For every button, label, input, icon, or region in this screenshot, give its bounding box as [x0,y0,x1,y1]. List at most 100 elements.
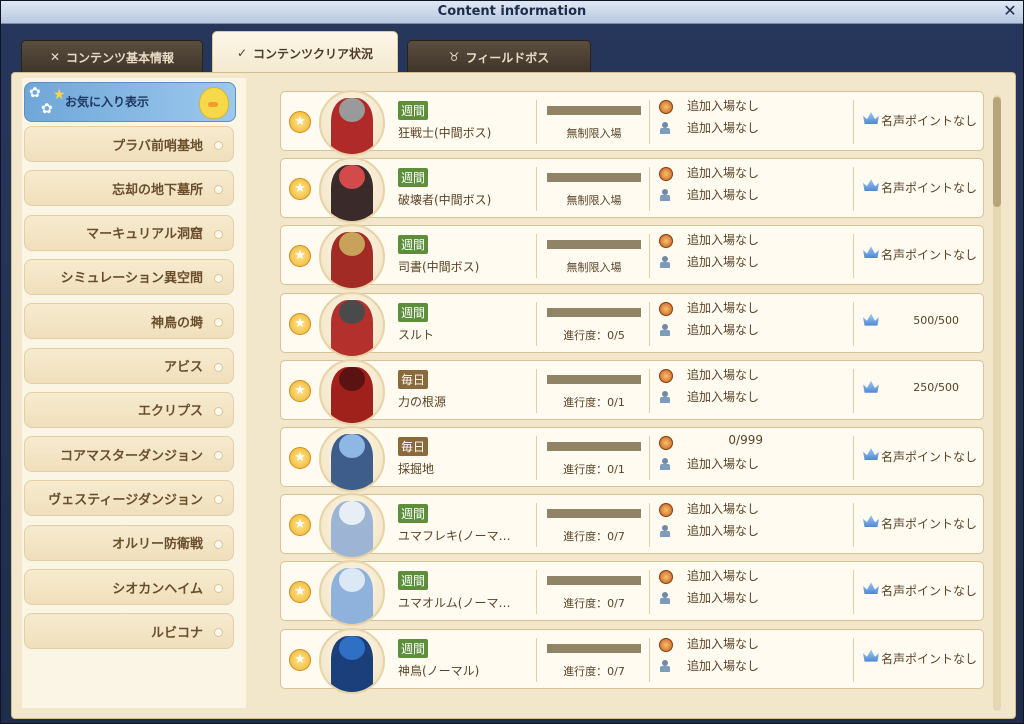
entry-ticket-icon [659,570,673,585]
divider [649,167,650,212]
favorite-star-icon[interactable]: ★ [289,178,311,201]
scrollbar-thumb[interactable] [993,97,1001,207]
sidebar-item[interactable]: コアマスターダンジョン [24,436,234,473]
dot-icon [214,451,223,461]
tab-label: コンテンツクリア状況 [253,46,374,61]
favorite-star-icon[interactable]: ★ [289,648,311,671]
star-icon: ★ [53,87,66,103]
frequency-badge: 週間 [398,235,429,255]
fame-points-text: 名声ポイントなし [881,517,978,532]
sidebar-item[interactable]: アビス [24,347,234,384]
sidebar-item[interactable]: シミュレーション異空間 [24,258,234,295]
portrait-head [339,98,365,122]
sidebar-item-label: エクリプス [137,404,203,420]
tab-basic-info[interactable]: ✕ コンテンツ基本情報 [21,40,203,73]
person-icon [659,659,671,672]
extra-entry-text: 追加入場なし [687,591,760,606]
fame-points-text: 名声ポイントなし [881,651,978,666]
content-name: 力の根源 [398,394,447,409]
close-icon[interactable]: ✕ [1001,2,1019,20]
sidebar-item-label: 神鳥の塒 [150,315,203,331]
boss-portrait [319,627,385,694]
favorite-star-icon[interactable]: ★ [289,581,311,604]
content-name: 神鳥(ノーマル) [398,663,480,678]
boss-portrait [319,90,385,156]
favorite-star-icon[interactable]: ★ [289,245,311,268]
person-icon [659,458,671,470]
dot-icon [214,495,223,505]
extra-entry-text: 追加入場なし [687,389,760,404]
frequency-badge: 週間 [398,101,429,120]
content-row[interactable]: ★ 週間 神鳥(ノーマル) 進行度：0/7 追加入場なし 追加入場なし 名声ポイ… [280,627,984,694]
divider [649,570,650,615]
content-row[interactable]: ★ 週間 スルト 進行度：0/5 追加入場なし 追加入場なし 500/500 [280,291,984,358]
progress-bar [547,576,641,586]
progress-bar [547,442,641,451]
crown-icon [863,448,879,460]
boss-portrait [319,560,385,627]
dot-icon [214,362,223,372]
scrollbar[interactable] [993,95,1001,711]
divider [536,100,537,144]
dot-icon [214,141,223,150]
progress-bar [547,509,641,519]
extra-entry-text: 追加入場なし [687,99,760,113]
portrait-head [339,366,365,391]
sidebar-item[interactable]: ヴェスティージダンジョン [24,480,234,517]
crown-icon [863,314,879,326]
progress-text: 進行度：0/7 [563,597,625,611]
favorite-star-icon[interactable]: ★ [289,379,311,402]
sidebar-item[interactable]: プラバ前哨基地 [24,126,234,162]
dot-icon [214,539,223,549]
content-row[interactable]: ★ 毎日 採掘地 進行度：0/1 0/999 追加入場なし 名声ポイントなし [280,426,984,492]
favorite-star-icon[interactable]: ★ [289,447,311,469]
content-name: 採掘地 [398,462,435,476]
extra-entry-text: 追加入場なし [687,658,760,673]
portrait-head [339,434,365,458]
horns-icon: ♉ [448,50,460,64]
sidebar: ✿ ✿ ★ お気に入り表示 プラバ前哨基地忘却の地下墓所マーキュリアル洞窟 シミュ… [22,78,246,708]
extra-entry-text: 追加入場なし [687,524,760,539]
dot-icon [214,584,223,593]
person-icon [659,390,671,403]
favorite-star-icon[interactable]: ★ [289,514,311,537]
portrait-head [339,299,365,324]
content-row[interactable]: ★ 週間 ユマフレキ(ノーマ… 進行度：0/7 追加入場なし 追加入場なし 名声… [280,493,984,560]
favorite-star-icon[interactable]: ★ [289,111,311,133]
favorites-label: お気に入り表示 [65,95,150,109]
tab-label: フィールドボス [465,50,550,65]
sidebar-item[interactable]: ルビコナ [24,613,234,650]
divider [853,436,854,480]
divider [649,234,650,279]
content-row[interactable]: ★ 週間 破壊者(中間ボス) 無制限入場 追加入場なし 追加入場なし 名声ポイン… [280,157,984,224]
crown-icon [863,515,879,527]
content-row[interactable]: ★ 週間 司書(中間ボス) 無制限入場 追加入場なし 追加入場なし 名声ポイント… [280,224,984,291]
tab-field-boss[interactable]: ♉ フィールドボス [407,40,591,73]
divider [853,637,854,682]
sidebar-item[interactable]: マーキュリアル洞窟 [24,214,234,251]
sidebar-item[interactable]: 神鳥の塒 [24,303,234,340]
favorites-toggle-button[interactable]: ✿ ✿ ★ お気に入り表示 [24,82,236,122]
content-row[interactable]: ★ 週間 狂戦士(中間ボス) 無制限入場 追加入場なし 追加入場なし 名声ポイン… [280,90,984,156]
sidebar-item-label: 忘却の地下墓所 [111,182,203,198]
dot-icon [214,628,223,638]
sidebar-item-label: コアマスターダンジョン [59,448,203,464]
content-name: 司書(中間ボス) [398,260,480,275]
sidebar-item[interactable]: エクリプス [24,391,234,428]
entry-ticket-icon [659,503,673,518]
content-row[interactable]: ★ 週間 ユマオルム(ノーマ… 進行度：0/7 追加入場なし 追加入場なし 名声… [280,560,984,627]
progress-bar [547,643,641,653]
sidebar-item[interactable]: 忘却の地下墓所 [24,170,234,207]
flower-icon: ✿ [29,85,41,101]
extra-entry-text: 追加入場なし [687,569,760,584]
title-bar: Content information ✕ [1,1,1023,24]
progress-text: 進行度：0/1 [563,463,625,476]
favorite-star-icon[interactable]: ★ [289,312,311,335]
tab-clear-status[interactable]: ✓ コンテンツクリア状況 [212,31,398,74]
dot-icon [214,185,223,195]
extra-entry-text: 追加入場なし [687,121,760,135]
content-row[interactable]: ★ 毎日 力の根源 進行度：0/1 追加入場なし 追加入場なし 250/500 [280,358,984,425]
sidebar-item[interactable]: オルリー防衛戦 [24,524,234,561]
boss-portrait [319,224,385,291]
sidebar-item[interactable]: シオカンヘイム [24,569,234,605]
